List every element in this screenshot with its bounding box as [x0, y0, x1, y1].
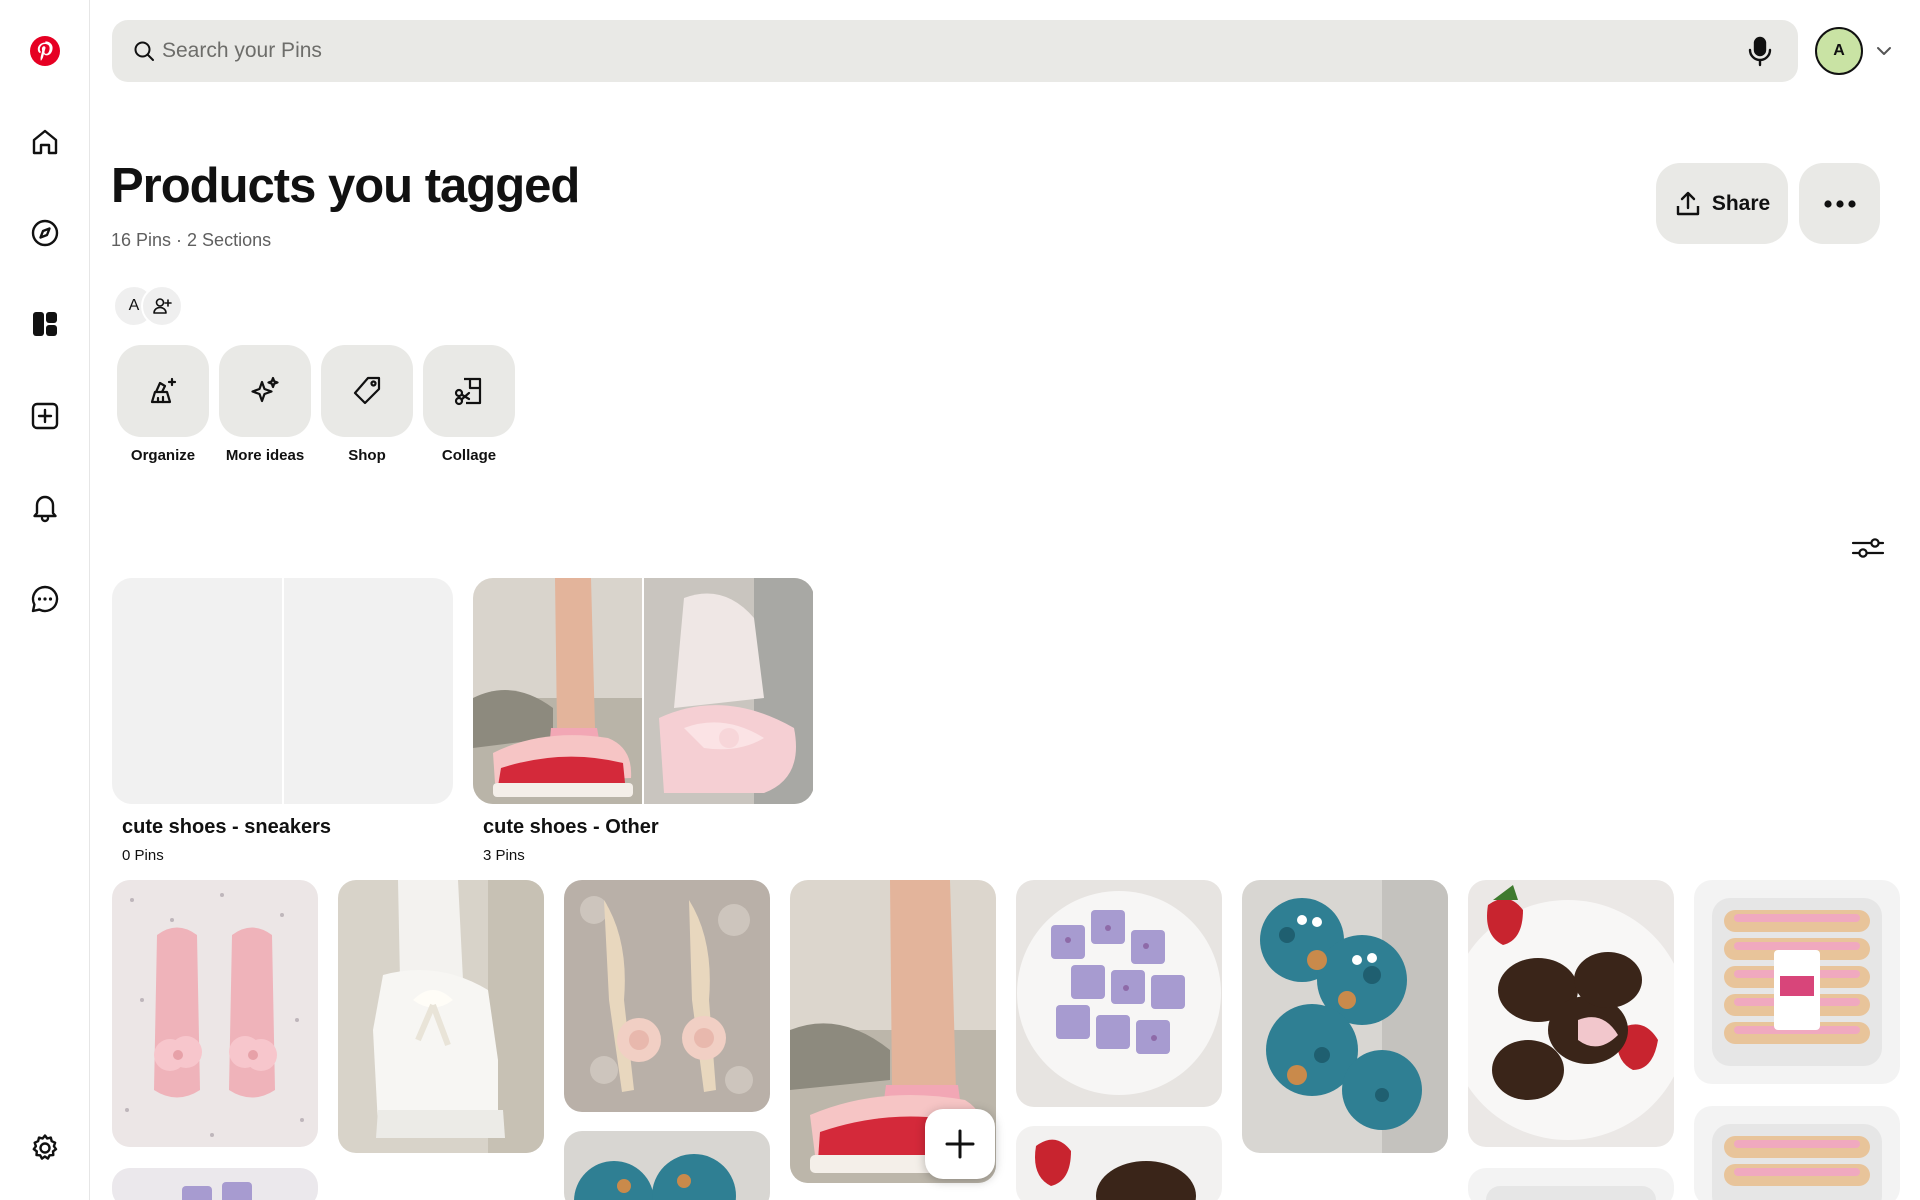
pin-image[interactable]: [112, 1168, 318, 1200]
price-tag-icon: [353, 376, 381, 405]
sparkle-icon: [251, 376, 279, 403]
pin-image[interactable]: [1694, 880, 1900, 1084]
add-pin-button[interactable]: [925, 1109, 995, 1179]
share-label: Share: [1711, 191, 1771, 215]
tool-label: More ideas: [225, 447, 305, 464]
shop-button[interactable]: Shop: [321, 345, 413, 464]
pin-image[interactable]: [1016, 880, 1222, 1107]
settings-gear-icon[interactable]: [21, 1124, 69, 1172]
plus-icon: [945, 1129, 975, 1159]
account-avatar[interactable]: A: [1815, 27, 1863, 75]
microphone-icon[interactable]: [1744, 35, 1776, 67]
sneaker-photo: [473, 578, 642, 804]
sidebar: [0, 0, 90, 1200]
section-pin-count: 0 Pins: [122, 847, 164, 864]
collage-scissors-icon: [454, 377, 482, 406]
page-title: Products you tagged: [111, 159, 580, 213]
pin-image[interactable]: [1694, 1106, 1900, 1200]
chevron-down-icon[interactable]: [1874, 41, 1894, 61]
section-card[interactable]: cute shoes - sneakers 3 Pins 0 Pins: [112, 578, 453, 864]
filter-sliders-icon[interactable]: [1850, 533, 1886, 563]
collage-button[interactable]: Collage: [423, 345, 515, 464]
section-pin-count: 3 Pins: [483, 847, 525, 864]
tool-label: Shop: [348, 447, 386, 464]
section-name: cute shoes - Other: [483, 816, 659, 838]
more-ideas-button[interactable]: More ideas: [219, 345, 311, 464]
board-meta: 16 Pins · 2 Sections: [111, 230, 272, 250]
explore-compass-icon[interactable]: [21, 209, 69, 257]
pin-image[interactable]: [564, 1131, 770, 1200]
share-upload-icon: [1676, 191, 1700, 215]
pin-image[interactable]: [1468, 1168, 1674, 1200]
organize-button[interactable]: Organize: [117, 345, 209, 464]
share-button[interactable]: Share: [1656, 163, 1788, 244]
account-initial: A: [1833, 42, 1845, 59]
create-plus-icon[interactable]: [21, 392, 69, 440]
pin-image[interactable]: [1242, 880, 1448, 1153]
home-icon[interactable]: [21, 118, 69, 166]
section-cover-empty[interactable]: [112, 578, 453, 804]
notifications-bell-icon[interactable]: [21, 483, 69, 531]
tool-label: Organize: [130, 447, 196, 464]
more-options-button[interactable]: [1799, 163, 1880, 244]
ellipsis-icon: [1823, 199, 1856, 208]
broom-sparkle-icon: [150, 377, 177, 404]
pin-image[interactable]: [338, 880, 544, 1153]
search-bar: [112, 20, 1798, 82]
pink-shoes-photo: [644, 578, 813, 804]
pin-image[interactable]: [1468, 880, 1674, 1147]
search-input[interactable]: [162, 20, 1662, 82]
boards-icon[interactable]: [21, 300, 69, 348]
pin-image[interactable]: [1016, 1126, 1222, 1200]
section-cover-image[interactable]: [473, 578, 814, 804]
section-card[interactable]: cute shoes - Other 3 Pins: [473, 578, 814, 864]
pin-image[interactable]: [112, 880, 318, 1147]
pin-image[interactable]: [564, 880, 770, 1112]
add-collaborator-button[interactable]: [141, 285, 183, 327]
messages-chat-icon[interactable]: [21, 575, 69, 623]
owner-initial: A: [128, 297, 140, 314]
add-person-icon: [153, 298, 172, 314]
tool-label: Collage: [441, 447, 497, 464]
search-icon: [134, 41, 154, 61]
pinterest-logo-icon[interactable]: [21, 27, 69, 75]
section-name: cute shoes - sneakers: [122, 816, 331, 838]
